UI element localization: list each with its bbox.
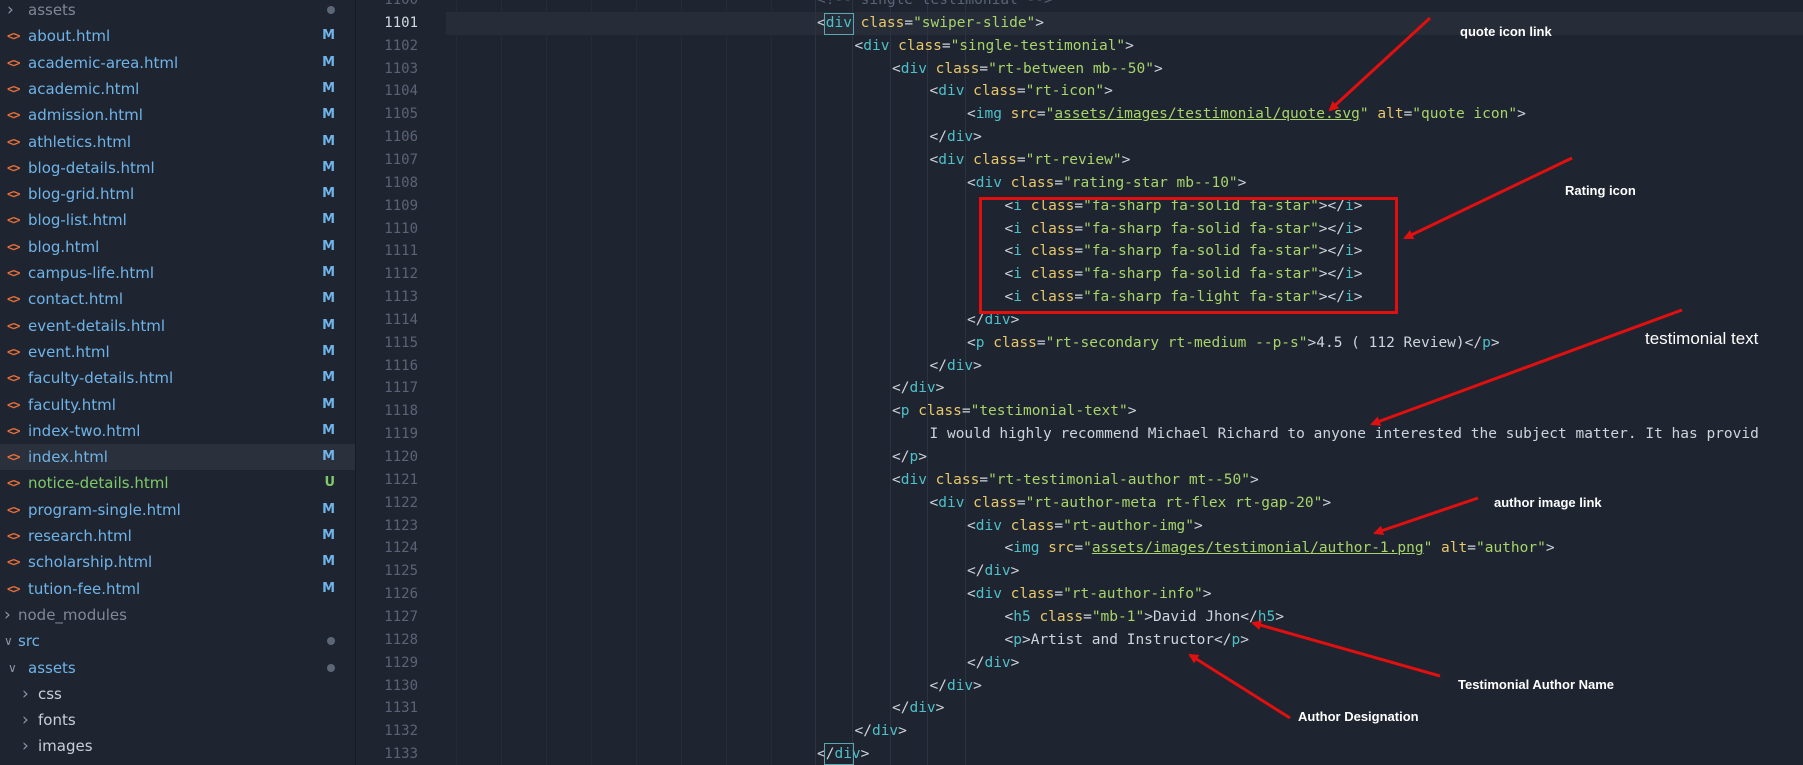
arrow-rating-icon [1403, 156, 1573, 240]
arrow-author-name [1251, 620, 1441, 678]
arrow-testimonial-text [1370, 308, 1683, 426]
annotation-arrows [1188, 16, 1683, 720]
arrow-author-image [1373, 496, 1479, 536]
arrow-quote-icon [1328, 16, 1432, 112]
arrow-author-designation [1188, 653, 1291, 720]
